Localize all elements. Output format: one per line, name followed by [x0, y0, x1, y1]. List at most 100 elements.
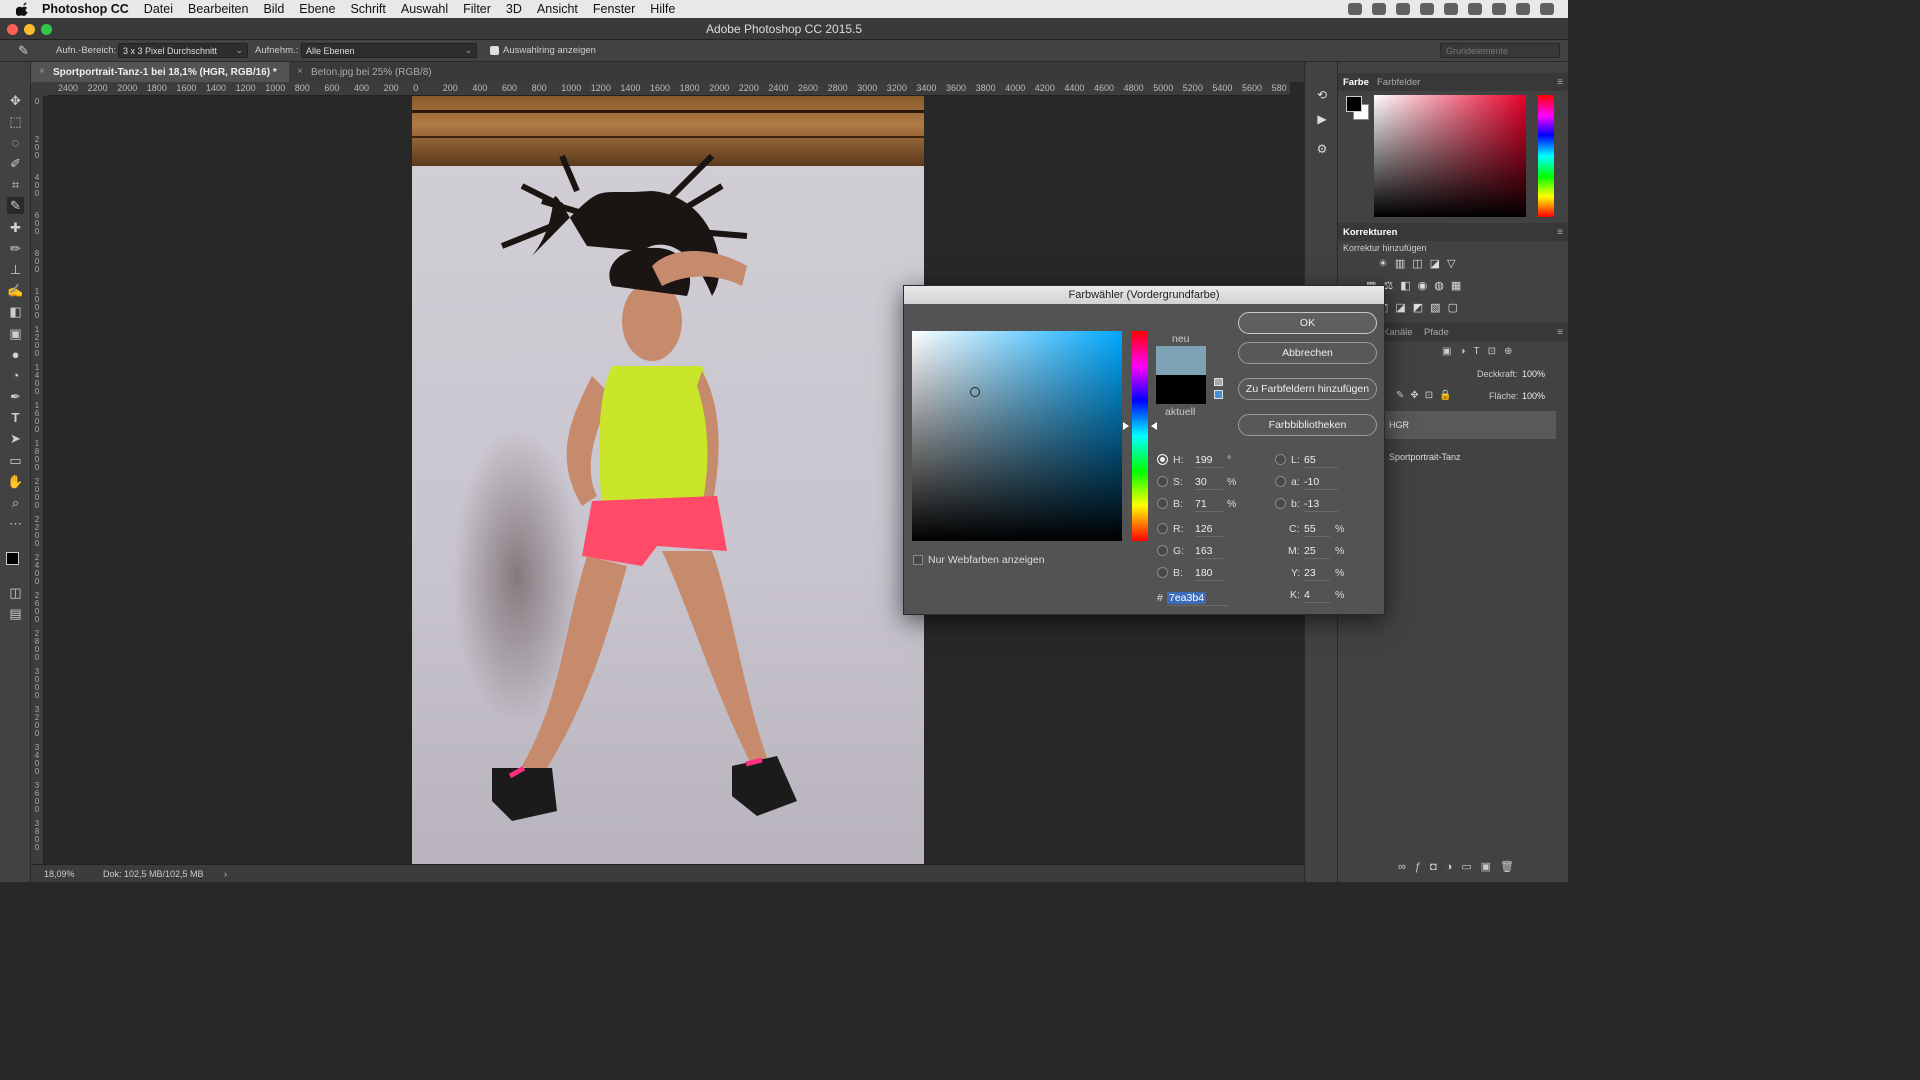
layer-bottom-icons[interactable]: ∞ƒ◘◑▭▣🗑: [1398, 860, 1558, 874]
quick-mask-icon[interactable]: ◫: [7, 584, 24, 601]
hue-slider-right-arrow[interactable]: [1151, 422, 1157, 430]
gamut-warning-icon[interactable]: [1214, 378, 1223, 386]
adjustment-icons-row-3[interactable]: ◩◪◩▧▢: [1378, 301, 1478, 315]
close-tab-icon[interactable]: ×: [39, 66, 45, 77]
menu-auswahl[interactable]: Auswahl: [401, 2, 448, 16]
fill-value[interactable]: 100%: [1522, 391, 1545, 401]
clone-stamp-tool-icon[interactable]: ⊥: [7, 261, 24, 278]
tab-beton[interactable]: × Beton.jpg bei 25% (RGB/8): [289, 62, 469, 82]
tab-farbe[interactable]: Farbe: [1343, 77, 1369, 88]
menu-fenster[interactable]: Fenster: [593, 2, 635, 16]
b-channel-input[interactable]: -13: [1304, 498, 1338, 512]
blue-radio[interactable]: [1157, 567, 1168, 578]
menu-ansicht[interactable]: Ansicht: [537, 2, 578, 16]
creative-cloud-icon[interactable]: [1372, 3, 1386, 15]
saturation-input[interactable]: 30: [1195, 476, 1223, 490]
menu-bild[interactable]: Bild: [263, 2, 284, 16]
saturation-radio[interactable]: [1157, 476, 1168, 487]
panel-menu-icon[interactable]: ≡: [1557, 77, 1563, 88]
history-brush-tool-icon[interactable]: ✍: [7, 282, 24, 299]
eyedropper-tool-icon[interactable]: ✎: [7, 197, 24, 214]
ok-button[interactable]: OK: [1238, 312, 1377, 334]
yellow-input[interactable]: 23: [1304, 567, 1330, 581]
path-selection-tool-icon[interactable]: ➤: [7, 430, 24, 447]
panel-foreground-swatch[interactable]: [1346, 96, 1362, 112]
status-menu-arrow[interactable]: ›: [224, 869, 227, 879]
sync-icon[interactable]: [1396, 3, 1410, 15]
red-input[interactable]: 126: [1195, 523, 1223, 537]
move-tool-icon[interactable]: ✥: [7, 92, 24, 109]
current-color-swatch[interactable]: [1156, 375, 1206, 404]
gradient-tool-icon[interactable]: ▣: [7, 325, 24, 342]
zoom-tool-icon[interactable]: ⌕: [7, 494, 24, 511]
color-spectrum-field[interactable]: [1374, 95, 1526, 217]
layer-row-hgr[interactable]: HGR: [1384, 411, 1556, 439]
hue-slider[interactable]: [1132, 331, 1148, 541]
green-input[interactable]: 163: [1195, 545, 1223, 559]
saturation-brightness-field[interactable]: [912, 331, 1122, 541]
hand-tool-icon[interactable]: ✋: [7, 473, 24, 490]
notification-center-icon[interactable]: [1540, 3, 1554, 15]
foreground-color-swatch[interactable]: [6, 552, 19, 565]
blur-tool-icon[interactable]: ●: [7, 346, 24, 363]
more-tools-icon[interactable]: ⋯: [7, 515, 24, 532]
black-input[interactable]: 4: [1304, 589, 1330, 603]
time-machine-icon[interactable]: [1444, 3, 1458, 15]
workspace-switcher[interactable]: Grundelemente: [1440, 43, 1560, 58]
sample-layers-select[interactable]: Alle Ebenen ⌄: [301, 43, 477, 58]
green-radio[interactable]: [1157, 545, 1168, 556]
a-channel-input[interactable]: -10: [1304, 476, 1338, 490]
add-to-swatches-button[interactable]: Zu Farbfeldern hinzufügen: [1238, 378, 1377, 400]
vertical-ruler[interactable]: 0 200 400 600 800 1000 1200 1400 1600 1800 2000 220…: [31, 96, 44, 864]
menu-datei[interactable]: Datei: [144, 2, 173, 16]
brightness-radio[interactable]: [1157, 498, 1168, 509]
record-icon[interactable]: [1348, 3, 1362, 15]
b-channel-radio[interactable]: [1275, 498, 1286, 509]
magenta-input[interactable]: 25: [1304, 545, 1330, 559]
a-channel-radio[interactable]: [1275, 476, 1286, 487]
tab-sportportrait[interactable]: × Sportportrait-Tanz-1 bei 18,1% (HGR, RG…: [31, 62, 289, 82]
layer-filter-icons[interactable]: ▣◑T⊡⊕: [1442, 346, 1562, 358]
actions-panel-icon[interactable]: ▶: [1315, 112, 1329, 126]
panel-menu-icon[interactable]: ≡: [1557, 327, 1563, 338]
lightness-input[interactable]: 65: [1304, 454, 1338, 468]
brightness-input[interactable]: 71: [1195, 498, 1223, 512]
menu-hilfe[interactable]: Hilfe: [650, 2, 675, 16]
opacity-value[interactable]: 100%: [1522, 369, 1545, 379]
hue-input[interactable]: 199: [1195, 454, 1223, 468]
sample-size-select[interactable]: 3 x 3 Pixel Durchschnitt ⌄: [118, 43, 248, 58]
adjustments-title[interactable]: Korrekturen: [1343, 227, 1397, 238]
hue-slider-left-arrow[interactable]: [1123, 422, 1129, 430]
marquee-tool-icon[interactable]: ⬚: [7, 113, 24, 130]
menu-schrift[interactable]: Schrift: [350, 2, 385, 16]
zoom-level[interactable]: 18,09%: [44, 869, 75, 879]
adjustment-icons-row-1[interactable]: ☀▥◫◪▽: [1378, 257, 1478, 271]
tab-farbfelder[interactable]: Farbfelder: [1377, 77, 1420, 88]
drive-icon[interactable]: [1420, 3, 1434, 15]
cyan-input[interactable]: 55: [1304, 523, 1330, 537]
cancel-button[interactable]: Abbrechen: [1238, 342, 1377, 364]
blue-input[interactable]: 180: [1195, 567, 1223, 581]
lock-icons[interactable]: ✎✥⊡🔒: [1396, 390, 1456, 402]
brush-tool-icon[interactable]: ✏: [7, 240, 24, 257]
rectangle-tool-icon[interactable]: ▭: [7, 452, 24, 469]
horizontal-ruler[interactable]: 2400 2200 2000 1800 1600 1400 1200 1000 800 600 40…: [48, 82, 1290, 96]
show-ring-checkbox[interactable]: [490, 46, 499, 55]
apple-icon[interactable]: [16, 2, 30, 16]
red-radio[interactable]: [1157, 523, 1168, 534]
tab-kanaele[interactable]: Kanäle: [1383, 327, 1413, 338]
panel-menu-icon[interactable]: ≡: [1557, 227, 1563, 238]
eraser-tool-icon[interactable]: ◧: [7, 303, 24, 320]
type-tool-icon[interactable]: T: [7, 409, 24, 426]
menu-app-name[interactable]: Photoshop CC: [42, 2, 129, 16]
menu-3d[interactable]: 3D: [506, 2, 522, 16]
document-image[interactable]: [412, 96, 924, 864]
pen-tool-icon[interactable]: ✒: [7, 388, 24, 405]
hue-radio[interactable]: [1157, 454, 1168, 465]
screen-mode-icon[interactable]: ▤: [7, 605, 24, 622]
dodge-tool-icon[interactable]: ◔: [7, 367, 24, 384]
color-hue-slider[interactable]: [1538, 95, 1554, 217]
tab-pfade[interactable]: Pfade: [1424, 327, 1449, 338]
layer-row-sportportrait[interactable]: Sportportrait-Tanz: [1384, 445, 1556, 469]
history-panel-icon[interactable]: ⟲: [1315, 88, 1329, 102]
